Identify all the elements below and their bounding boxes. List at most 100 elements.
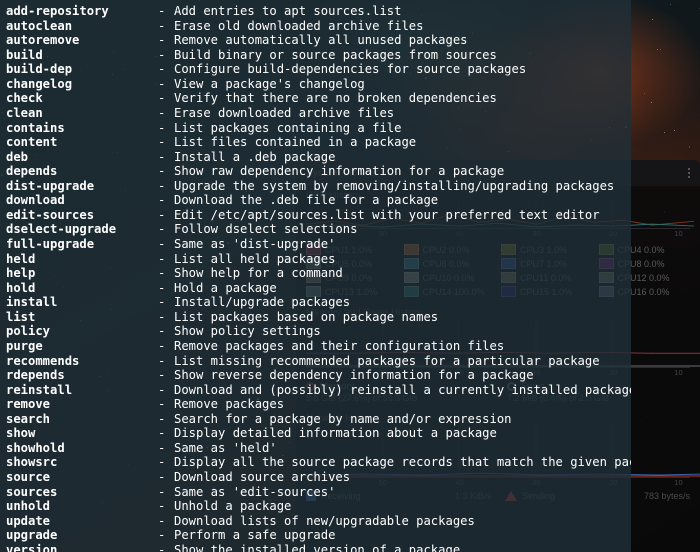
terminal-dash: - xyxy=(158,207,166,222)
terminal-line: remove - Remove packages xyxy=(6,397,631,412)
terminal-line: rdepends - Show reverse dependency informa… xyxy=(6,368,631,383)
terminal-line: dist-upgrade - Upgrade the system by remov… xyxy=(6,179,631,194)
terminal-line: dselect-upgrade - Follow dselect selection… xyxy=(6,222,631,237)
terminal-line: showhold - Same as 'held' xyxy=(6,441,631,456)
terminal-description: Same as 'dist-upgrade' xyxy=(174,237,336,251)
terminal-dash: - xyxy=(158,62,166,77)
terminal-line: hold - Hold a package xyxy=(6,281,631,296)
terminal-dash: - xyxy=(158,513,166,528)
terminal-description: Download lists of new/upgradable package… xyxy=(174,513,475,528)
terminal-command: autoremove xyxy=(6,33,80,48)
terminal-line: list - List packages based on package name… xyxy=(6,310,631,325)
terminal-line: contains - List packages containing a file xyxy=(6,121,631,136)
sending-value: 783 bytes/s xyxy=(643,491,690,501)
terminal-dash: - xyxy=(158,353,166,368)
terminal-command: source xyxy=(6,470,51,484)
terminal-command: add-repository xyxy=(6,4,109,18)
terminal-line: unhold - Unhold a package xyxy=(6,499,631,514)
terminal-dash: - xyxy=(158,222,166,237)
terminal-description: Unhold a package xyxy=(174,499,292,514)
terminal-command: reinstall xyxy=(6,382,73,397)
terminal-dash: - xyxy=(158,266,166,281)
terminal-description: List packages based on package names xyxy=(174,309,439,324)
terminal-description: List missing recommended packages for a … xyxy=(174,353,600,368)
terminal-dash: - xyxy=(158,105,166,120)
terminal-command: check xyxy=(6,91,43,106)
terminal-line: policy - Show policy settings xyxy=(6,324,631,339)
terminal-description: Perform a safe upgrade xyxy=(174,528,336,543)
terminal-command: search xyxy=(6,411,51,426)
terminal-description: Upgrade the system by removing/installin… xyxy=(174,178,615,193)
network-tick: 10 xyxy=(674,478,683,487)
terminal-description: Show raw dependency information for a pa… xyxy=(174,164,505,179)
terminal-command: list xyxy=(6,309,36,324)
terminal-description: Configure build-dependencies for source … xyxy=(174,62,527,77)
terminal-dash: - xyxy=(158,382,166,397)
terminal-command: contains xyxy=(6,120,65,135)
terminal-dash: - xyxy=(158,397,166,412)
terminal-description: Show help for a command xyxy=(174,266,343,281)
terminal-description: Edit /etc/apt/sources.list with your pre… xyxy=(174,207,600,222)
terminal-line: changelog - View a package's changelog xyxy=(6,77,631,92)
terminal-dash: - xyxy=(158,309,166,324)
terminal-line: autoremove - Remove automatically all unus… xyxy=(6,33,631,48)
terminal-line: showsrc - Display all the source package r… xyxy=(6,455,631,470)
terminal-dash: - xyxy=(158,4,166,18)
terminal-command: policy xyxy=(6,324,51,339)
terminal-description: View a package's changelog xyxy=(174,76,365,91)
terminal-description: Search for a package by name and/or expr… xyxy=(174,411,512,426)
terminal-command: showhold xyxy=(6,440,65,455)
terminal-dash: - xyxy=(158,484,166,499)
terminal-dash: - xyxy=(158,470,166,484)
terminal-line: build - Build binary or source packages fr… xyxy=(6,48,631,63)
terminal-line: show - Display detailed information about … xyxy=(6,426,631,441)
terminal-description: List all held packages xyxy=(174,251,336,266)
terminal-command: clean xyxy=(6,105,43,120)
terminal-dash: - xyxy=(158,47,166,62)
terminal-command: help xyxy=(6,266,36,281)
memory-tick: 10 xyxy=(674,368,683,377)
terminal-dash: - xyxy=(158,135,166,150)
terminal-command: build xyxy=(6,47,43,62)
terminal-description: Verify that there are no broken dependen… xyxy=(174,91,497,106)
terminal-line: content - List files contained in a packag… xyxy=(6,135,631,150)
terminal-dash: - xyxy=(158,368,166,383)
terminal-dash: - xyxy=(158,18,166,33)
terminal-dash: - xyxy=(158,33,166,48)
terminal-dash: - xyxy=(158,193,166,208)
terminal-command: purge xyxy=(6,338,43,353)
terminal-command: remove xyxy=(6,397,51,412)
terminal-description: List packages containing a file xyxy=(174,120,402,135)
terminal-window[interactable]: add-repository - Add entries to apt source… xyxy=(0,0,631,552)
desktop-screen: System Monitor CPU History 50 40 30 20 1… xyxy=(0,0,700,552)
terminal-dash: - xyxy=(158,149,166,164)
terminal-output: add-repository - Add entries to apt source… xyxy=(6,4,631,552)
terminal-line: sources - Same as 'edit-sources' xyxy=(6,485,631,500)
terminal-command: dselect-upgrade xyxy=(6,222,117,237)
terminal-line: held - List all held packages xyxy=(6,252,631,267)
terminal-line: edit-sources - Edit /etc/apt/sources.list … xyxy=(6,208,631,223)
terminal-description: Add entries to apt sources.list xyxy=(174,4,402,18)
terminal-line: deb - Install a .deb package xyxy=(6,150,631,165)
terminal-description: Erase downloaded archive files xyxy=(174,105,395,120)
terminal-dash: - xyxy=(158,499,166,514)
terminal-command: unhold xyxy=(6,499,51,514)
terminal-description: Hold a package xyxy=(174,280,277,295)
terminal-description: Display all the source package records t… xyxy=(174,455,631,470)
terminal-line: check - Verify that there are no broken de… xyxy=(6,91,631,106)
terminal-command: content xyxy=(6,135,58,150)
terminal-command: build-dep xyxy=(6,62,73,77)
terminal-line: help - Show help for a command xyxy=(6,266,631,281)
terminal-command: upgrade xyxy=(6,528,58,543)
terminal-line: install - Install/upgrade packages xyxy=(6,295,631,310)
terminal-line: build-dep - Configure build-dependencies f… xyxy=(6,62,631,77)
kebab-menu-icon[interactable] xyxy=(684,165,694,181)
terminal-description: Remove packages xyxy=(174,397,285,412)
terminal-description: Show the installed version of a package xyxy=(174,542,461,552)
terminal-dash: - xyxy=(158,120,166,135)
terminal-dash: - xyxy=(158,411,166,426)
terminal-command: install xyxy=(6,295,58,310)
terminal-command: deb xyxy=(6,149,29,164)
terminal-description: Same as 'held' xyxy=(174,440,277,455)
terminal-command: edit-sources xyxy=(6,207,95,222)
